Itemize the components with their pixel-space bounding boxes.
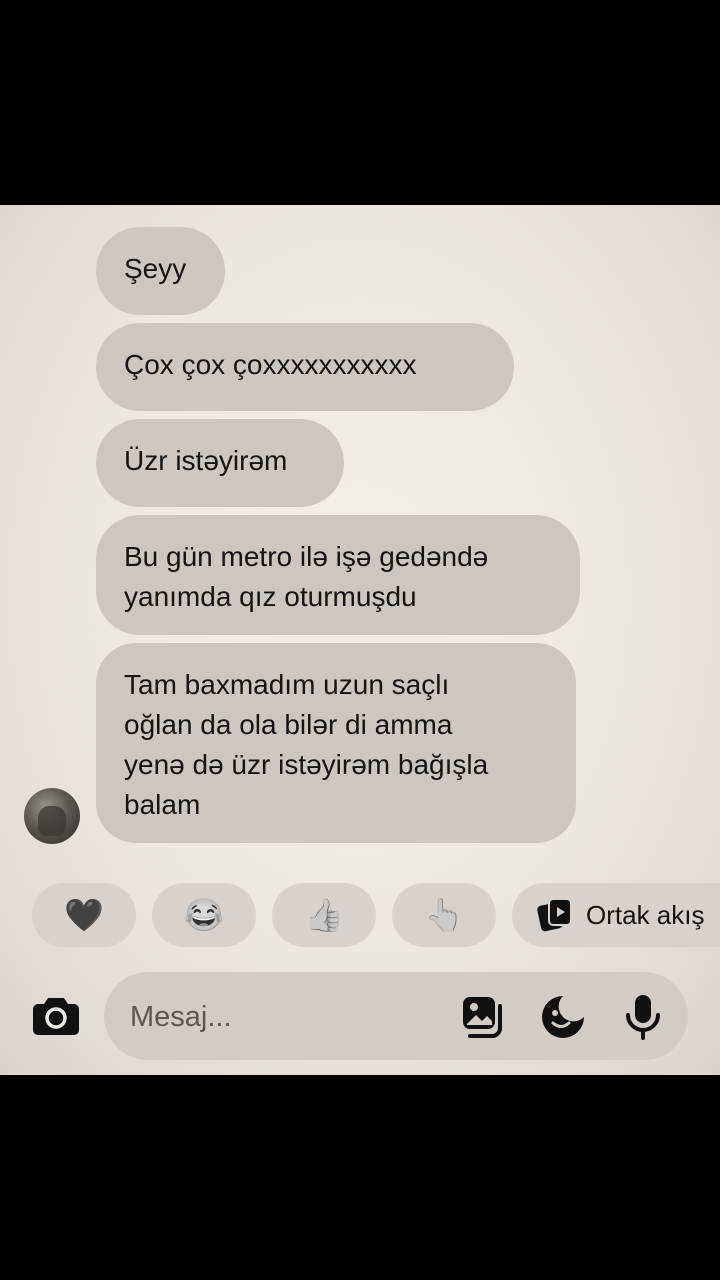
gallery-button[interactable] [458, 992, 508, 1042]
gallery-icon [463, 997, 502, 1038]
microphone-icon [626, 995, 660, 1040]
quick-reply-pointing[interactable]: 👆 [392, 883, 496, 947]
message-bubble: Şeyy [96, 227, 225, 315]
shared-feed-icon [536, 896, 576, 934]
thumbs-up-icon: 👍 [304, 897, 344, 933]
laughing-face-icon: 😂 [184, 897, 224, 933]
message-bubble: Bu gün metro ilə işə gedəndə yanımda qız… [96, 515, 580, 635]
shared-feed-label: Ortak akış [586, 899, 705, 930]
voice-button[interactable] [618, 992, 668, 1042]
message-input[interactable] [128, 972, 432, 1062]
quick-reply-laugh[interactable]: 😂 [152, 883, 256, 947]
message-bubble: Üzr istəyirəm [96, 419, 344, 507]
message-bubble: Tam baxmadım uzun saçlı oğlan da ola bil… [96, 643, 576, 843]
message-composer [104, 972, 688, 1062]
pointing-hand-icon: 👆 [424, 897, 464, 933]
heart-icon: 🖤 [64, 897, 104, 933]
message-bubble: Çox çox çoxxxxxxxxxxx [96, 323, 514, 411]
chat-screen: Şeyy Çox çox çoxxxxxxxxxxx Üzr istəyirəm… [0, 205, 720, 1075]
camera-button[interactable] [30, 992, 82, 1040]
camera-icon [33, 998, 79, 1035]
sender-avatar[interactable] [24, 788, 80, 844]
sticker-icon [542, 996, 584, 1038]
quick-reply-heart[interactable]: 🖤 [32, 883, 136, 947]
sticker-button[interactable] [538, 992, 588, 1042]
quick-reply-shared-feed[interactable]: Ortak akış [512, 883, 720, 947]
quick-reply-thumbs-up[interactable]: 👍 [272, 883, 376, 947]
quick-reply-bar: 🖤 😂 👍 👆 Ortak akış [0, 883, 720, 949]
